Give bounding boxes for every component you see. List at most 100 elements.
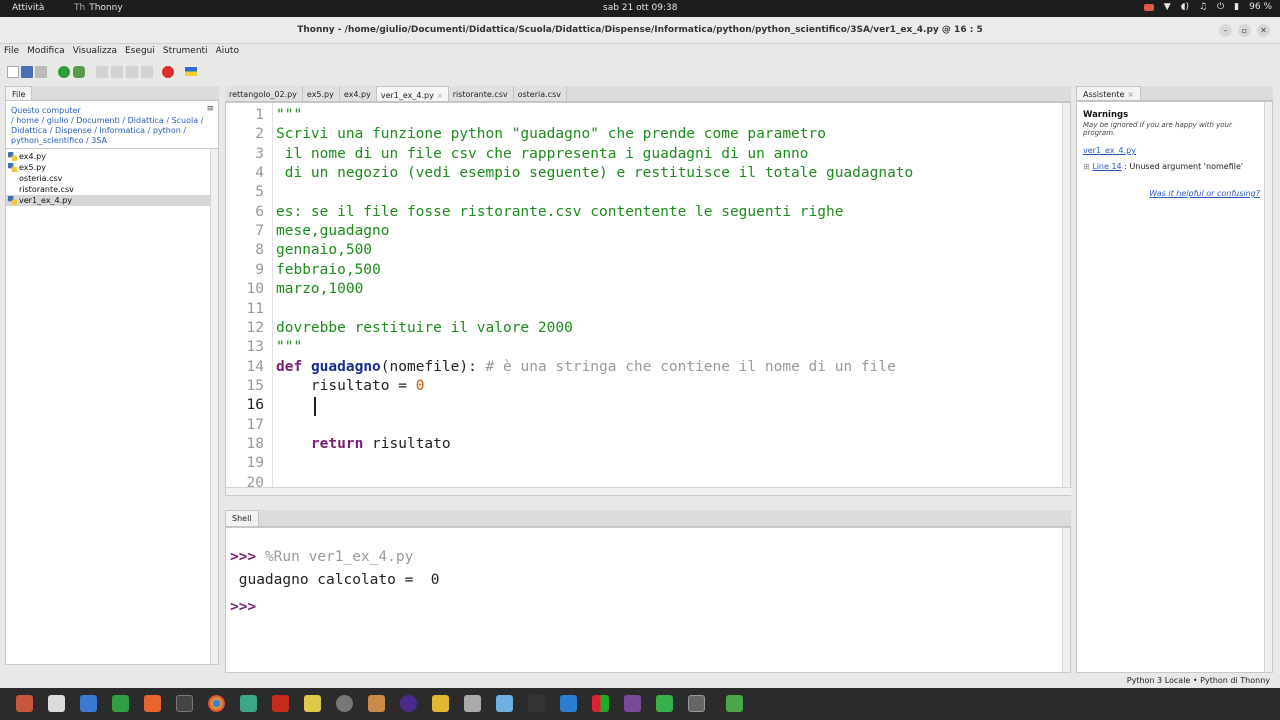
open-file-icon[interactable] [21, 66, 33, 78]
code-line[interactable]: mese,guadagno [276, 223, 390, 239]
code-line[interactable]: gennaio,500 [276, 242, 372, 258]
notes-app-icon[interactable] [432, 695, 449, 712]
step-into-icon[interactable] [111, 66, 123, 78]
software-app-icon[interactable] [144, 695, 161, 712]
code-area[interactable]: """ Scrivi una funzione python "guadagno"… [276, 103, 1061, 495]
activities-button[interactable]: Attività [12, 3, 44, 13]
tab-ristorante-csv[interactable]: ristorante.csv [448, 86, 514, 101]
ukraine-flag-icon[interactable] [185, 67, 197, 76]
shell-input-line[interactable]: >>> [230, 599, 256, 615]
filezilla-app-icon[interactable] [272, 695, 289, 712]
code-line[interactable]: """ [276, 107, 302, 123]
run-icon[interactable] [58, 66, 70, 78]
tab-ver1-ex-4[interactable]: ver1_ex_4.py × [376, 86, 449, 101]
code-line[interactable]: il nome di un file csv che rappresenta i… [276, 146, 809, 162]
trash-app-icon[interactable] [726, 695, 743, 712]
line-link[interactable]: Line 14 [1092, 162, 1121, 171]
grid-app-icon[interactable] [592, 695, 609, 712]
screen-app-icon[interactable] [624, 695, 641, 712]
volume-icon[interactable]: ◖) [1181, 2, 1189, 12]
battery-icon[interactable]: ▮ [1234, 2, 1239, 12]
app-menu-thonny[interactable]: Th Thonny [74, 3, 123, 13]
camera-icon[interactable] [1143, 3, 1154, 11]
menu-aiuto[interactable]: Aiuto [212, 44, 243, 59]
assistant-tab[interactable]: Assistente × [1076, 86, 1142, 100]
stats-app-icon[interactable] [528, 695, 545, 712]
close-button[interactable]: ✕ [1257, 24, 1270, 37]
assistant-scrollbar[interactable] [1264, 102, 1272, 672]
file-item[interactable]: ristorante.csv [6, 184, 218, 195]
vscode-app-icon[interactable] [560, 695, 577, 712]
stop-icon[interactable] [162, 66, 174, 78]
code-line[interactable]: def guadagno(nomefile): # è una stringa … [276, 359, 896, 375]
files-app-icon[interactable] [16, 695, 33, 712]
interpreter-selector[interactable]: Python 3 Locale • Python di Thonny [1127, 676, 1270, 685]
editor-vertical-scrollbar[interactable] [1062, 103, 1070, 489]
tab-rettangolo-02[interactable]: rettangolo_02.py [225, 86, 303, 101]
qt-app-icon[interactable] [656, 695, 673, 712]
file-item[interactable]: osteria.csv [6, 173, 218, 184]
cube-app-icon[interactable] [496, 695, 513, 712]
code-line[interactable]: di un negozio (vedi esempio seguente) e … [276, 165, 914, 181]
tab-ex5[interactable]: ex5.py [302, 86, 340, 101]
code-line[interactable]: """ [276, 339, 302, 355]
shell-console[interactable]: >>> %Run ver1_ex_4.py guadagno calcolato… [225, 527, 1071, 673]
shell-tab[interactable]: Shell [225, 510, 259, 526]
close-tab-icon[interactable]: × [1127, 90, 1134, 99]
location-link[interactable]: Questo computer [11, 106, 213, 116]
maximize-button[interactable]: ▫ [1238, 24, 1251, 37]
code-line[interactable]: febbraio,500 [276, 262, 381, 278]
file-list-scrollbar[interactable] [210, 149, 218, 664]
terminal-app-icon[interactable] [176, 695, 193, 712]
tab-ex4[interactable]: ex4.py [339, 86, 377, 101]
minimize-button[interactable]: – [1219, 24, 1232, 37]
power-icon[interactable]: ⏻ [1217, 2, 1224, 12]
database-app-icon[interactable] [464, 695, 481, 712]
menu-icon[interactable]: ≡ [206, 104, 214, 114]
step-over-icon[interactable] [96, 66, 108, 78]
monitor-app-icon[interactable] [48, 695, 65, 712]
code-editor[interactable]: 1 2 3 4 5 6 7 8 9 10 11 12 13 14 15 16 17 18 19 20 """ Scriv… [225, 102, 1072, 496]
microphone-icon[interactable]: ♫ [1199, 2, 1207, 12]
expand-icon[interactable]: ⊞ [1083, 162, 1090, 171]
path-link[interactable]: / home / giulio / Documenti / Didattica … [11, 116, 213, 146]
archive-app-icon[interactable] [368, 695, 385, 712]
menu-strumenti[interactable]: Strumenti [159, 44, 212, 59]
tab-osteria-csv[interactable]: osteria.csv [513, 86, 567, 101]
code-line[interactable]: return risultato [276, 436, 451, 452]
files-tab[interactable]: File [5, 86, 33, 100]
file-item[interactable]: ex4.py [6, 151, 218, 162]
resume-icon[interactable] [141, 66, 153, 78]
close-tab-icon[interactable]: × [437, 92, 443, 100]
wifi-icon[interactable]: ▼ [1164, 2, 1171, 12]
editor-horizontal-scrollbar[interactable] [226, 487, 1072, 495]
code-line[interactable] [276, 397, 311, 413]
menu-modifica[interactable]: Modifica [23, 44, 69, 59]
feedback-link[interactable]: Was it helpful or confusing? [1149, 189, 1260, 198]
menu-esegui[interactable]: Esegui [121, 44, 159, 59]
menu-visualizza[interactable]: Visualizza [69, 44, 121, 59]
step-out-icon[interactable] [126, 66, 138, 78]
calc-app-icon[interactable] [112, 695, 129, 712]
eclipse-app-icon[interactable] [400, 695, 417, 712]
code-line[interactable]: dovrebbe restituire il valore 2000 [276, 320, 573, 336]
debug-icon[interactable] [73, 66, 85, 78]
code-line[interactable]: es: se il file fosse ristorante.csv cont… [276, 204, 843, 220]
code-line[interactable]: Scrivi una funzione python "guadagno" ch… [276, 126, 826, 142]
chrome-app-icon[interactable] [208, 695, 225, 712]
code-line[interactable]: marzo,1000 [276, 281, 363, 297]
file-link[interactable]: ver1_ex_4.py [1083, 146, 1266, 155]
file-item[interactable]: ex5.py [6, 162, 218, 173]
pokemon-app-icon[interactable] [304, 695, 321, 712]
clock[interactable]: sab 21 ott 09:38 [603, 3, 677, 13]
shell-scrollbar[interactable] [1062, 528, 1070, 672]
menu-file[interactable]: File [0, 44, 23, 59]
file-item-selected[interactable]: ver1_ex_4.py [6, 195, 218, 206]
save-file-icon[interactable] [35, 66, 47, 78]
maps-app-icon[interactable] [240, 695, 257, 712]
disc-app-icon[interactable] [336, 695, 353, 712]
thonny-dock-icon[interactable] [688, 695, 705, 712]
code-line[interactable]: risultato = 0 [276, 378, 425, 394]
window-title-bar[interactable]: Thonny - /home/giulio/Documenti/Didattic… [0, 17, 1280, 44]
new-file-icon[interactable] [7, 66, 19, 78]
